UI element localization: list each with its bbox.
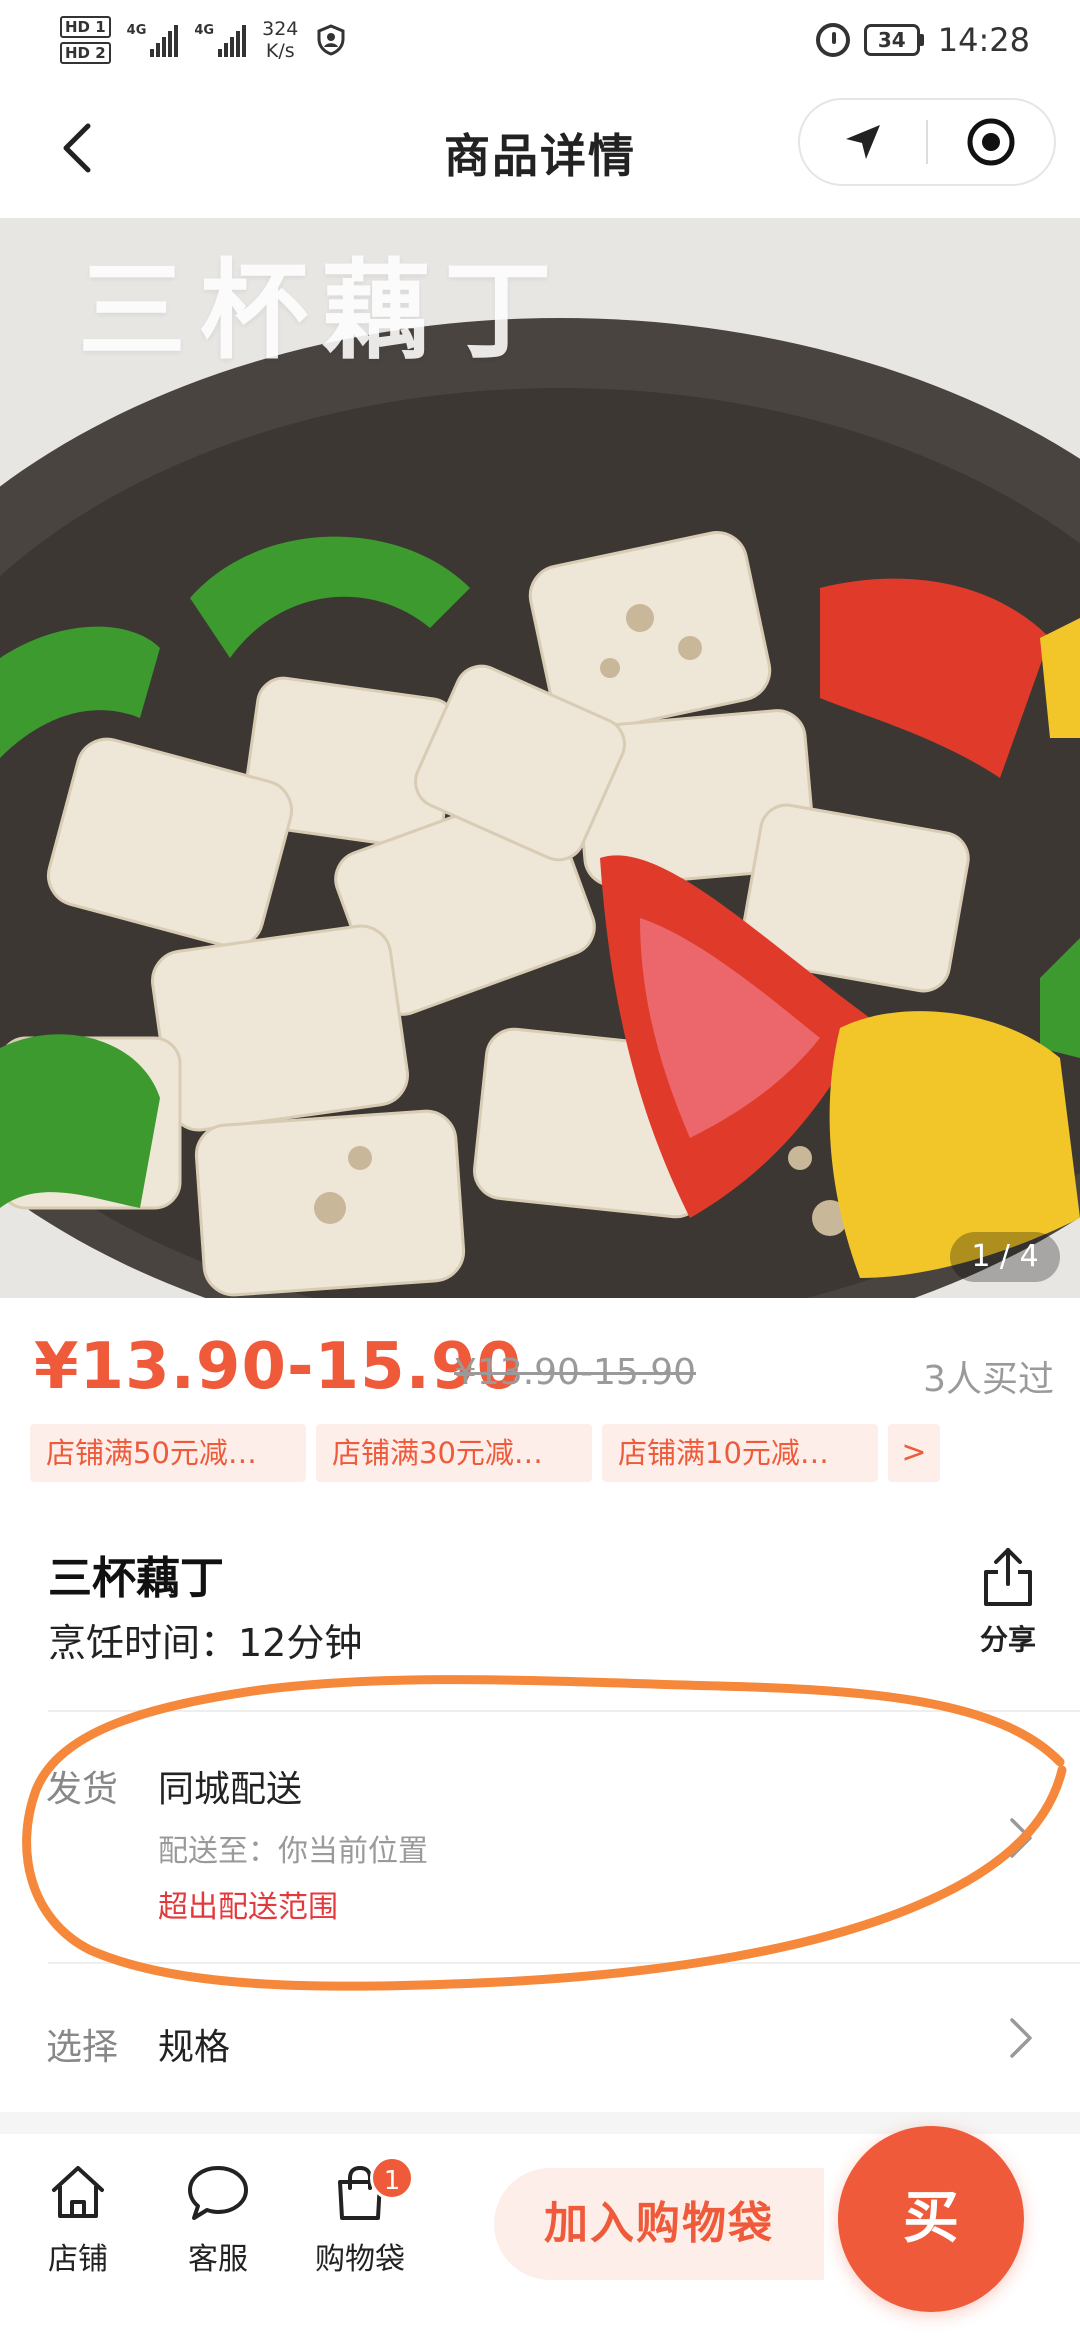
add-to-bag-button[interactable]: 加入购物袋 (494, 2168, 824, 2280)
buy-now-button[interactable]: 买 (838, 2126, 1024, 2312)
product-name: 三杯藕丁 (48, 1553, 224, 1604)
image-overlay-title: 三杯藕丁 (78, 249, 567, 374)
chevron-right-icon[interactable] (1006, 1816, 1036, 1860)
tab-service-label: 客服 (188, 2242, 248, 2277)
location-button[interactable] (800, 100, 926, 184)
tab-bag-label: 购物袋 (315, 2242, 405, 2277)
battery-level: 34 (863, 24, 920, 56)
location-arrow-icon (846, 125, 880, 159)
tab-store-label: 店铺 (48, 2242, 108, 2277)
battery-icon: 34 (863, 24, 924, 56)
bag-count-badge: 1 (370, 2156, 414, 2200)
hd-indicators: HD 1 HD 2 (60, 16, 111, 64)
share-button[interactable]: 分享 (968, 1546, 1048, 1658)
close-miniprogram-button[interactable] (928, 100, 1054, 184)
network-speed-value: 324 (262, 18, 299, 40)
shipping-key: 发货 (46, 1769, 119, 1810)
alarm-icon (815, 23, 850, 57)
clock: 14:28 (937, 21, 1030, 59)
hd2-badge: HD 2 (60, 42, 111, 64)
shipping-warning: 超出配送范围 (158, 1890, 338, 1925)
network-type-2: 4G (194, 23, 215, 38)
spec-key: 选择 (46, 2027, 119, 2068)
chevron-right-icon[interactable] (1006, 2016, 1036, 2060)
status-bar: HD 1 HD 2 4G 4G 324 K/s 34 14:28 (0, 0, 1080, 80)
miniprogram-capsule (798, 98, 1056, 186)
price-row: ¥13.90-15.90 ¥13.90-15.90 3人买过 (34, 1330, 1054, 1410)
share-label: 分享 (979, 1623, 1036, 1656)
status-left: HD 1 HD 2 4G 4G 324 K/s (60, 10, 348, 70)
tab-customer-service[interactable]: 客服 (158, 2162, 278, 2278)
shield-icon (317, 24, 345, 56)
signal-1-icon: 4G (127, 23, 179, 57)
current-price: ¥13.90-15.90 (34, 1330, 522, 1404)
coupon-list: 店铺满50元减… 店铺满30元减… 店铺满10元减… > (30, 1424, 1060, 1482)
dish-photo (0, 218, 1080, 1298)
sold-count: 3人买过 (923, 1359, 1054, 1400)
coupon-item[interactable]: 店铺满30元减… (316, 1424, 592, 1482)
product-image-gallery[interactable]: 三杯藕丁 1 / 4 (0, 218, 1080, 1298)
record-target-icon (967, 118, 1015, 166)
status-right: 34 14:28 (815, 14, 1030, 66)
shipping-method[interactable]: 同城配送 (158, 1760, 302, 1812)
tab-store[interactable]: 店铺 (18, 2162, 138, 2278)
shipping-destination[interactable]: 配送至：你当前位置 (158, 1826, 428, 1870)
share-upload-icon (984, 1548, 1032, 1606)
cooking-time: 烹饪时间：12分钟 (48, 1621, 363, 1665)
network-speed-unit: K/s (265, 40, 295, 62)
chat-bubble-icon (188, 2166, 248, 2220)
network-type-1: 4G (126, 23, 147, 38)
hd1-badge: HD 1 (60, 16, 111, 38)
divider (48, 1962, 1080, 1964)
network-speed: 324 K/s (262, 18, 298, 62)
coupon-item[interactable]: 店铺满50元减… (30, 1424, 306, 1482)
signal-2-icon: 4G (194, 23, 247, 57)
coupon-more-button[interactable]: > (888, 1424, 940, 1482)
nav-bar: 商品详情 (0, 80, 1080, 218)
original-price: ¥13.90-15.90 (454, 1352, 697, 1393)
store-house-icon (52, 2166, 104, 2218)
image-counter: 1 / 4 (950, 1232, 1060, 1282)
divider (48, 1710, 1080, 1712)
spec-selector[interactable]: 规格 (158, 2018, 230, 2070)
tab-shopping-bag[interactable]: 1 购物袋 (300, 2156, 420, 2278)
coupon-item[interactable]: 店铺满10元减… (602, 1424, 878, 1482)
